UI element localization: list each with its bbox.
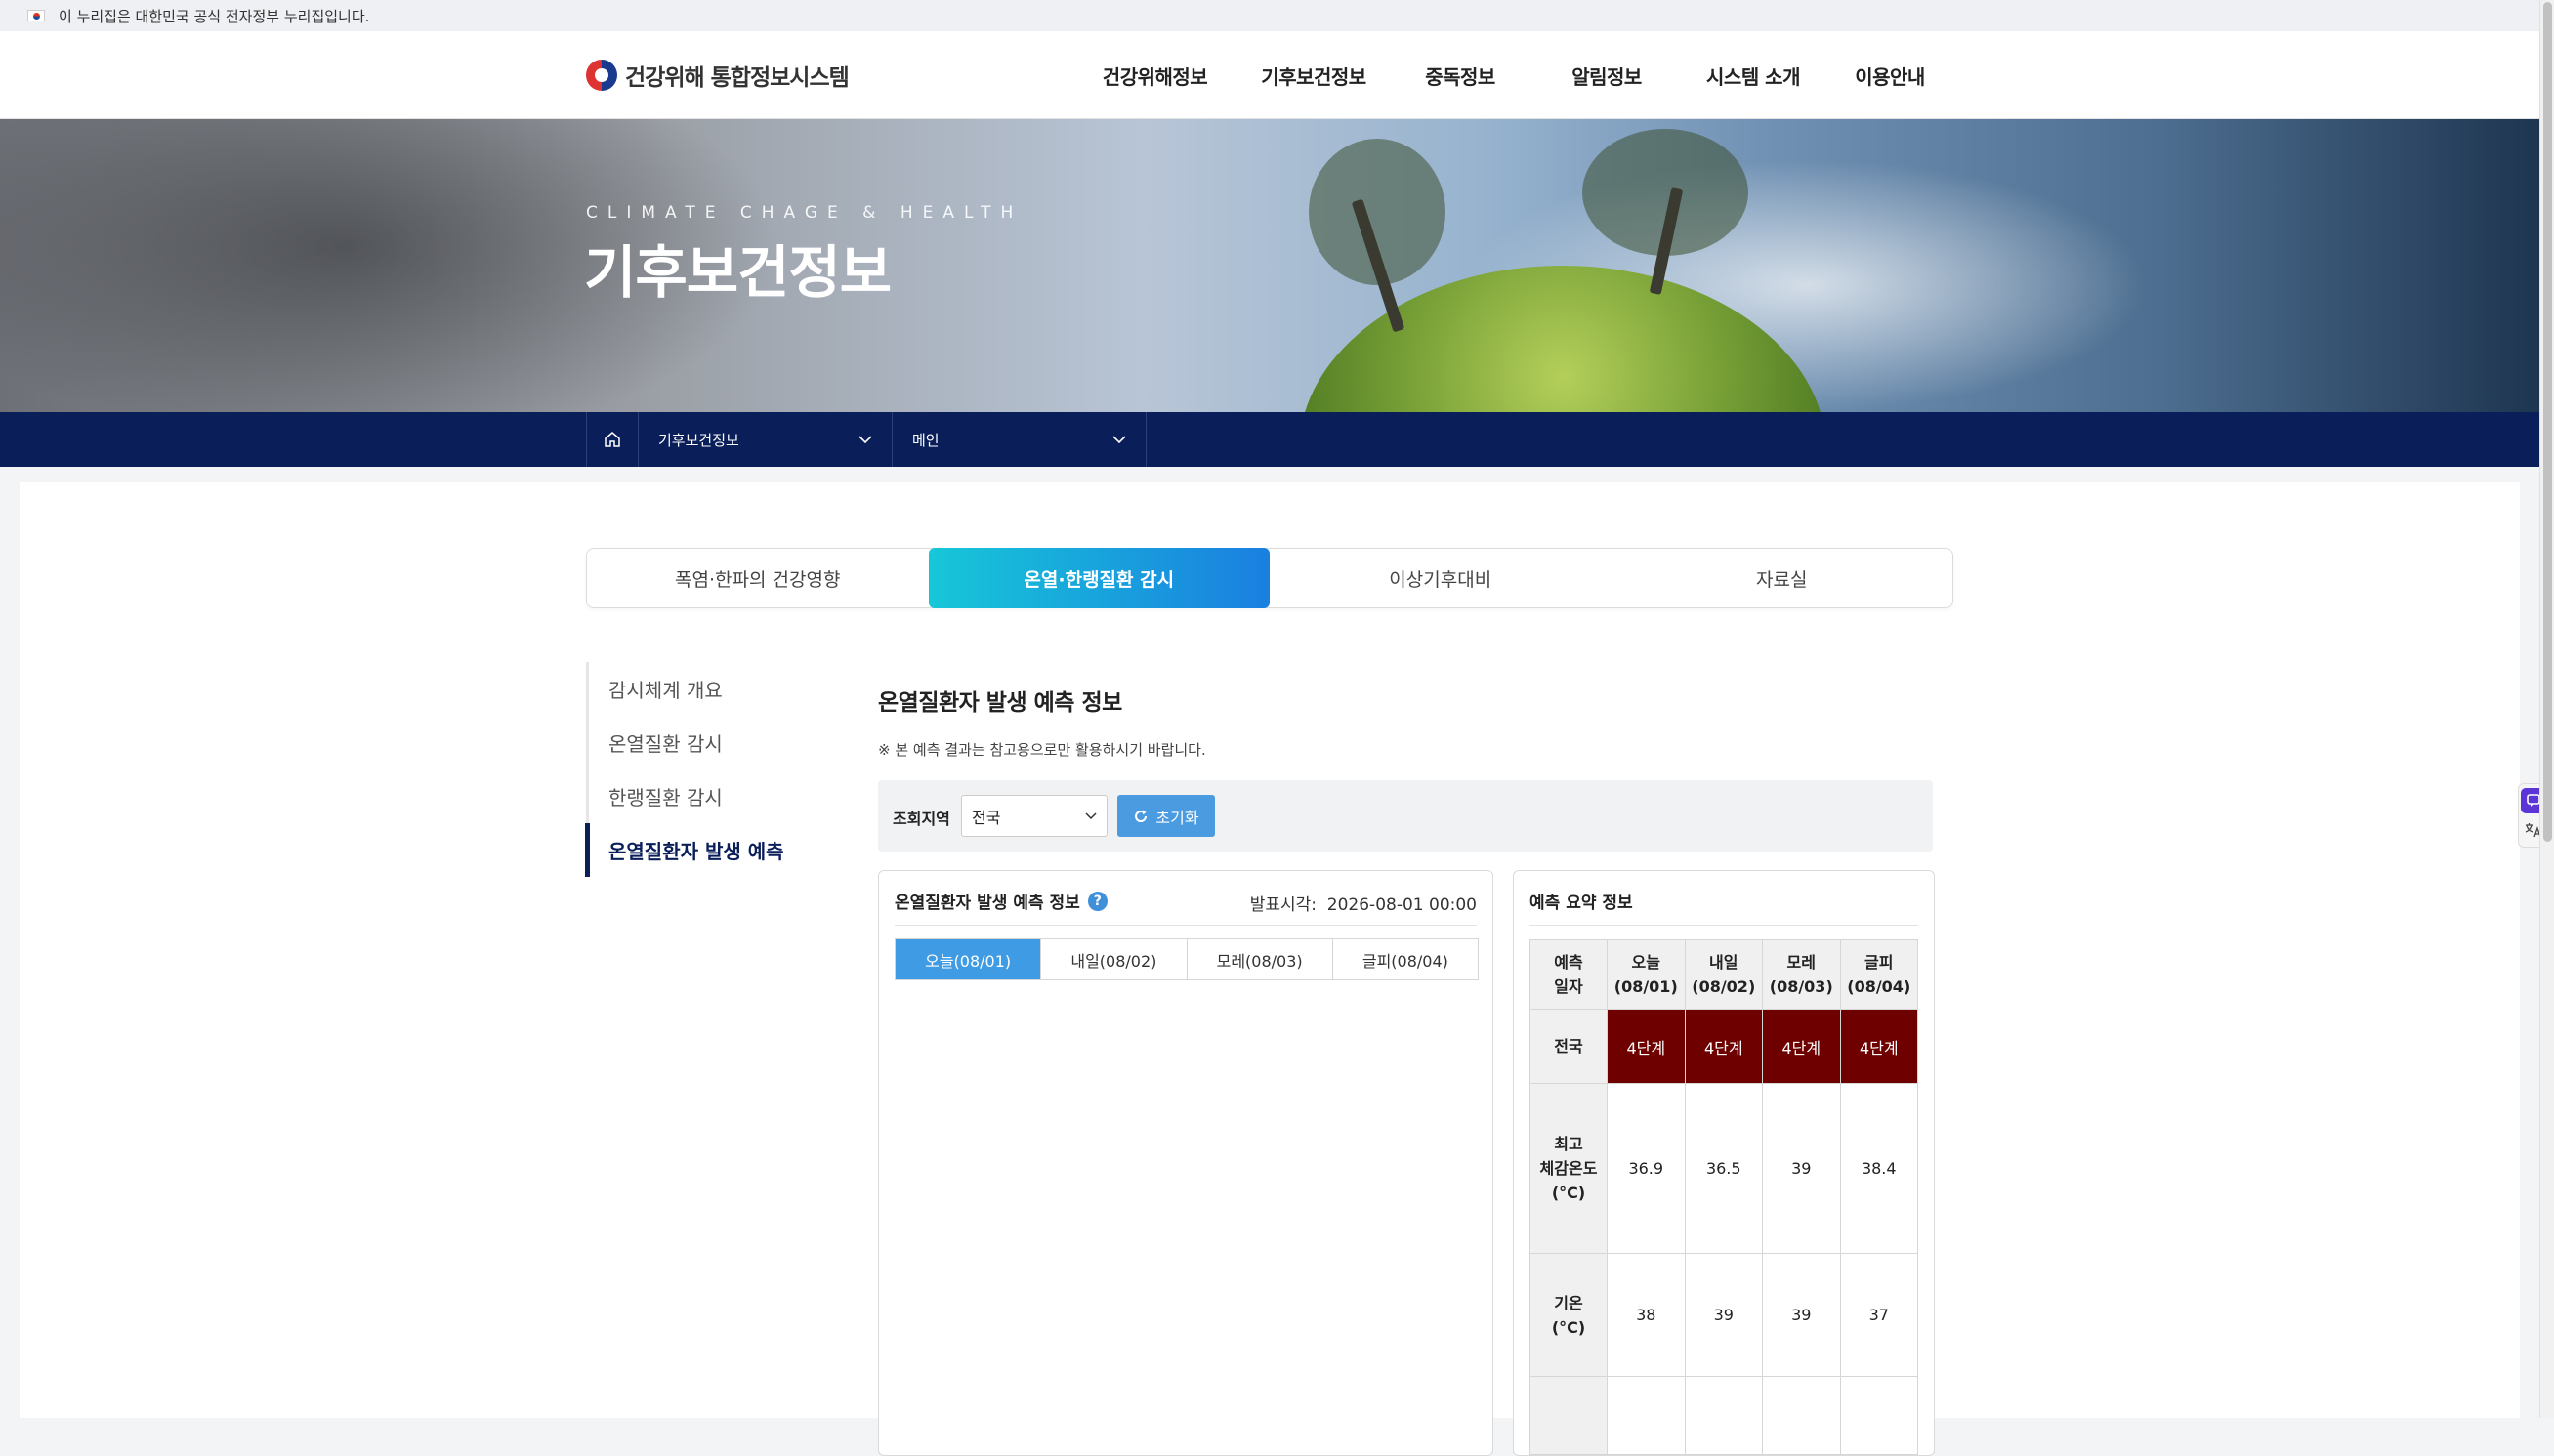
table-row: 최고 체감온도 (°C) 36.9 36.5 39 38.4 xyxy=(1529,1083,1918,1254)
region-select[interactable]: 전국 xyxy=(961,795,1108,837)
korea-flag-icon xyxy=(27,10,45,21)
summary-panel: 예측 요약 정보 예측 일자 오늘 (08/01) 내일 (08/02) 모레 … xyxy=(1513,870,1935,1456)
breadcrumb-level2-label: 메인 xyxy=(912,431,940,449)
notice-text: ※ 본 예측 결과는 참고용으로만 활용하시기 바랍니다. xyxy=(878,741,1206,759)
nav-item-climate-health[interactable]: 기후보건정보 xyxy=(1235,31,1392,119)
table-cell: 39 xyxy=(1762,1083,1841,1254)
side-menu-item-overview[interactable]: 감시체계 개요 xyxy=(589,662,820,716)
filter-bar: 조회지역 전국 초기화 xyxy=(878,780,1933,852)
level-badge: 4단계 xyxy=(1762,1009,1841,1084)
page-scrollbar[interactable] xyxy=(2539,0,2554,1418)
level-badge: 4단계 xyxy=(1684,1009,1763,1084)
summary-panel-title: 예측 요약 정보 xyxy=(1529,894,1633,913)
tab-resources[interactable]: 자료실 xyxy=(1611,549,1953,607)
chevron-down-icon xyxy=(1085,811,1097,819)
nav-item-guide[interactable]: 이용안내 xyxy=(1821,31,1958,119)
table-row xyxy=(1529,1376,1918,1455)
issue-time-label: 발표시각: xyxy=(1249,895,1317,915)
taegeuk-emblem-icon xyxy=(586,60,617,91)
day-tab-third-day[interactable]: 글피(08/04) xyxy=(1331,939,1478,979)
gov-banner: 이 누리집은 대한민국 공식 전자정부 누리집입니다. xyxy=(0,0,2539,31)
breadcrumb: 기후보건정보 메인 xyxy=(0,412,2539,467)
logo-text: 건강위해 통합정보시스템 xyxy=(625,65,850,91)
home-icon xyxy=(605,432,620,447)
chevron-down-icon xyxy=(1112,436,1126,444)
row-label-max-feels-like: 최고 체감온도 (°C) xyxy=(1529,1083,1608,1254)
table-header-cell: 내일 (08/02) xyxy=(1684,939,1763,1010)
side-menu-item-cold-surveillance[interactable]: 한랭질환 감시 xyxy=(589,770,820,823)
table-cell: 38.4 xyxy=(1839,1083,1918,1254)
site-logo[interactable]: 건강위해 통합정보시스템 xyxy=(586,59,850,92)
table-cell xyxy=(1762,1376,1841,1455)
row-label-temperature: 기온 (°C) xyxy=(1529,1253,1608,1377)
divider xyxy=(1529,925,1918,926)
filter-label: 조회지역 xyxy=(893,810,950,828)
section-tabs: 폭염·한파의 건강영향 온열·한랭질환 감시 이상기후대비 자료실 xyxy=(586,548,1953,608)
breadcrumb-level1-label: 기후보건정보 xyxy=(658,431,739,449)
table-row: 전국 4단계 4단계 4단계 4단계 xyxy=(1529,1009,1918,1084)
chevron-down-icon xyxy=(858,436,872,444)
table-header-cell: 예측 일자 xyxy=(1529,939,1608,1010)
table-cell: 37 xyxy=(1839,1253,1918,1377)
gov-banner-text: 이 누리집은 대한민국 공식 전자정부 누리집입니다. xyxy=(59,7,370,25)
table-header-cell: 오늘 (08/01) xyxy=(1607,939,1686,1010)
day-tab-tomorrow[interactable]: 내일(08/02) xyxy=(1040,939,1186,979)
table-cell xyxy=(1607,1376,1686,1455)
tab-climate-preparedness[interactable]: 이상기후대비 xyxy=(1270,549,1612,607)
side-menu-item-heat-prediction[interactable]: 온열질환자 발생 예측 xyxy=(585,823,820,877)
hero-title: 기후보건정보 xyxy=(584,239,892,306)
forecast-panel-title: 온열질환자 발생 예측 정보 ? xyxy=(895,889,1108,913)
day-tab-day-after[interactable]: 모레(08/03) xyxy=(1186,939,1332,979)
level-badge: 4단계 xyxy=(1607,1009,1686,1084)
reset-button-label: 초기화 xyxy=(1155,808,1199,827)
scrollbar-thumb[interactable] xyxy=(2543,2,2552,842)
breadcrumb-select-level2[interactable]: 메인 xyxy=(893,412,1147,467)
tab-heat-cold-health[interactable]: 폭염·한파의 건강영향 xyxy=(587,549,929,607)
table-cell: 36.9 xyxy=(1607,1083,1686,1254)
divider xyxy=(895,925,1477,926)
page-title: 온열질환자 발생 예측 정보 xyxy=(878,690,1122,716)
help-icon[interactable]: ? xyxy=(1087,891,1108,911)
nav-item-notice[interactable]: 알림정보 xyxy=(1528,31,1685,119)
level-badge: 4단계 xyxy=(1839,1009,1918,1084)
reset-button[interactable]: 초기화 xyxy=(1117,795,1215,837)
refresh-icon xyxy=(1135,810,1148,822)
nav-item-poison[interactable]: 중독정보 xyxy=(1392,31,1528,119)
side-menu: 감시체계 개요 온열질환 감시 한랭질환 감시 온열질환자 발생 예측 xyxy=(585,662,820,877)
day-tab-today[interactable]: 오늘(08/01) xyxy=(896,939,1041,979)
forecast-panel: 온열질환자 발생 예측 정보 ? 발표시각: 2026-08-01 00:00 … xyxy=(878,870,1493,1456)
table-cell: 39 xyxy=(1684,1253,1763,1377)
issue-time-value: 2026-08-01 00:00 xyxy=(1326,895,1477,915)
table-cell xyxy=(1684,1376,1763,1455)
global-nav: 건강위해정보 기후보건정보 중독정보 알림정보 시스템 소개 이용안내 xyxy=(1074,31,1958,119)
summary-table: 예측 일자 오늘 (08/01) 내일 (08/02) 모레 (08/03) 글… xyxy=(1529,939,1918,1455)
side-menu-item-heat-surveillance[interactable]: 온열질환 감시 xyxy=(589,716,820,770)
table-header-cell: 모레 (08/03) xyxy=(1762,939,1841,1010)
table-header-cell: 글피 (08/04) xyxy=(1839,939,1918,1010)
hero-eyebrow: CLIMATE CHAGE & HEALTH xyxy=(586,203,1024,223)
table-cell: 36.5 xyxy=(1684,1083,1763,1254)
tab-heat-cold-surveillance[interactable]: 온열·한랭질환 감시 xyxy=(928,548,1270,608)
row-label-empty xyxy=(1529,1376,1608,1455)
issue-time: 발표시각: 2026-08-01 00:00 xyxy=(1250,891,1477,915)
forecast-panel-title-text: 온열질환자 발생 예측 정보 xyxy=(895,894,1080,913)
row-label-nationwide: 전국 xyxy=(1529,1009,1608,1084)
tab-resources-label: 자료실 xyxy=(1756,568,1808,591)
table-header-row: 예측 일자 오늘 (08/01) 내일 (08/02) 모레 (08/03) 글… xyxy=(1529,939,1918,1010)
nav-item-health-risk[interactable]: 건강위해정보 xyxy=(1074,31,1235,119)
region-select-value: 전국 xyxy=(972,808,1001,827)
table-cell xyxy=(1839,1376,1918,1455)
breadcrumb-select-level1[interactable]: 기후보건정보 xyxy=(639,412,893,467)
table-cell: 39 xyxy=(1762,1253,1841,1377)
nav-item-system-intro[interactable]: 시스템 소개 xyxy=(1685,31,1821,119)
home-button[interactable] xyxy=(586,412,639,467)
site-header: 건강위해 통합정보시스템 건강위해정보 기후보건정보 중독정보 알림정보 시스템… xyxy=(0,31,2539,119)
table-row: 기온 (°C) 38 39 39 37 xyxy=(1529,1253,1918,1377)
day-tabs: 오늘(08/01) 내일(08/02) 모레(08/03) 글피(08/04) xyxy=(895,938,1479,980)
table-cell: 38 xyxy=(1607,1253,1686,1377)
hero-banner: CLIMATE CHAGE & HEALTH 기후보건정보 xyxy=(0,119,2539,412)
